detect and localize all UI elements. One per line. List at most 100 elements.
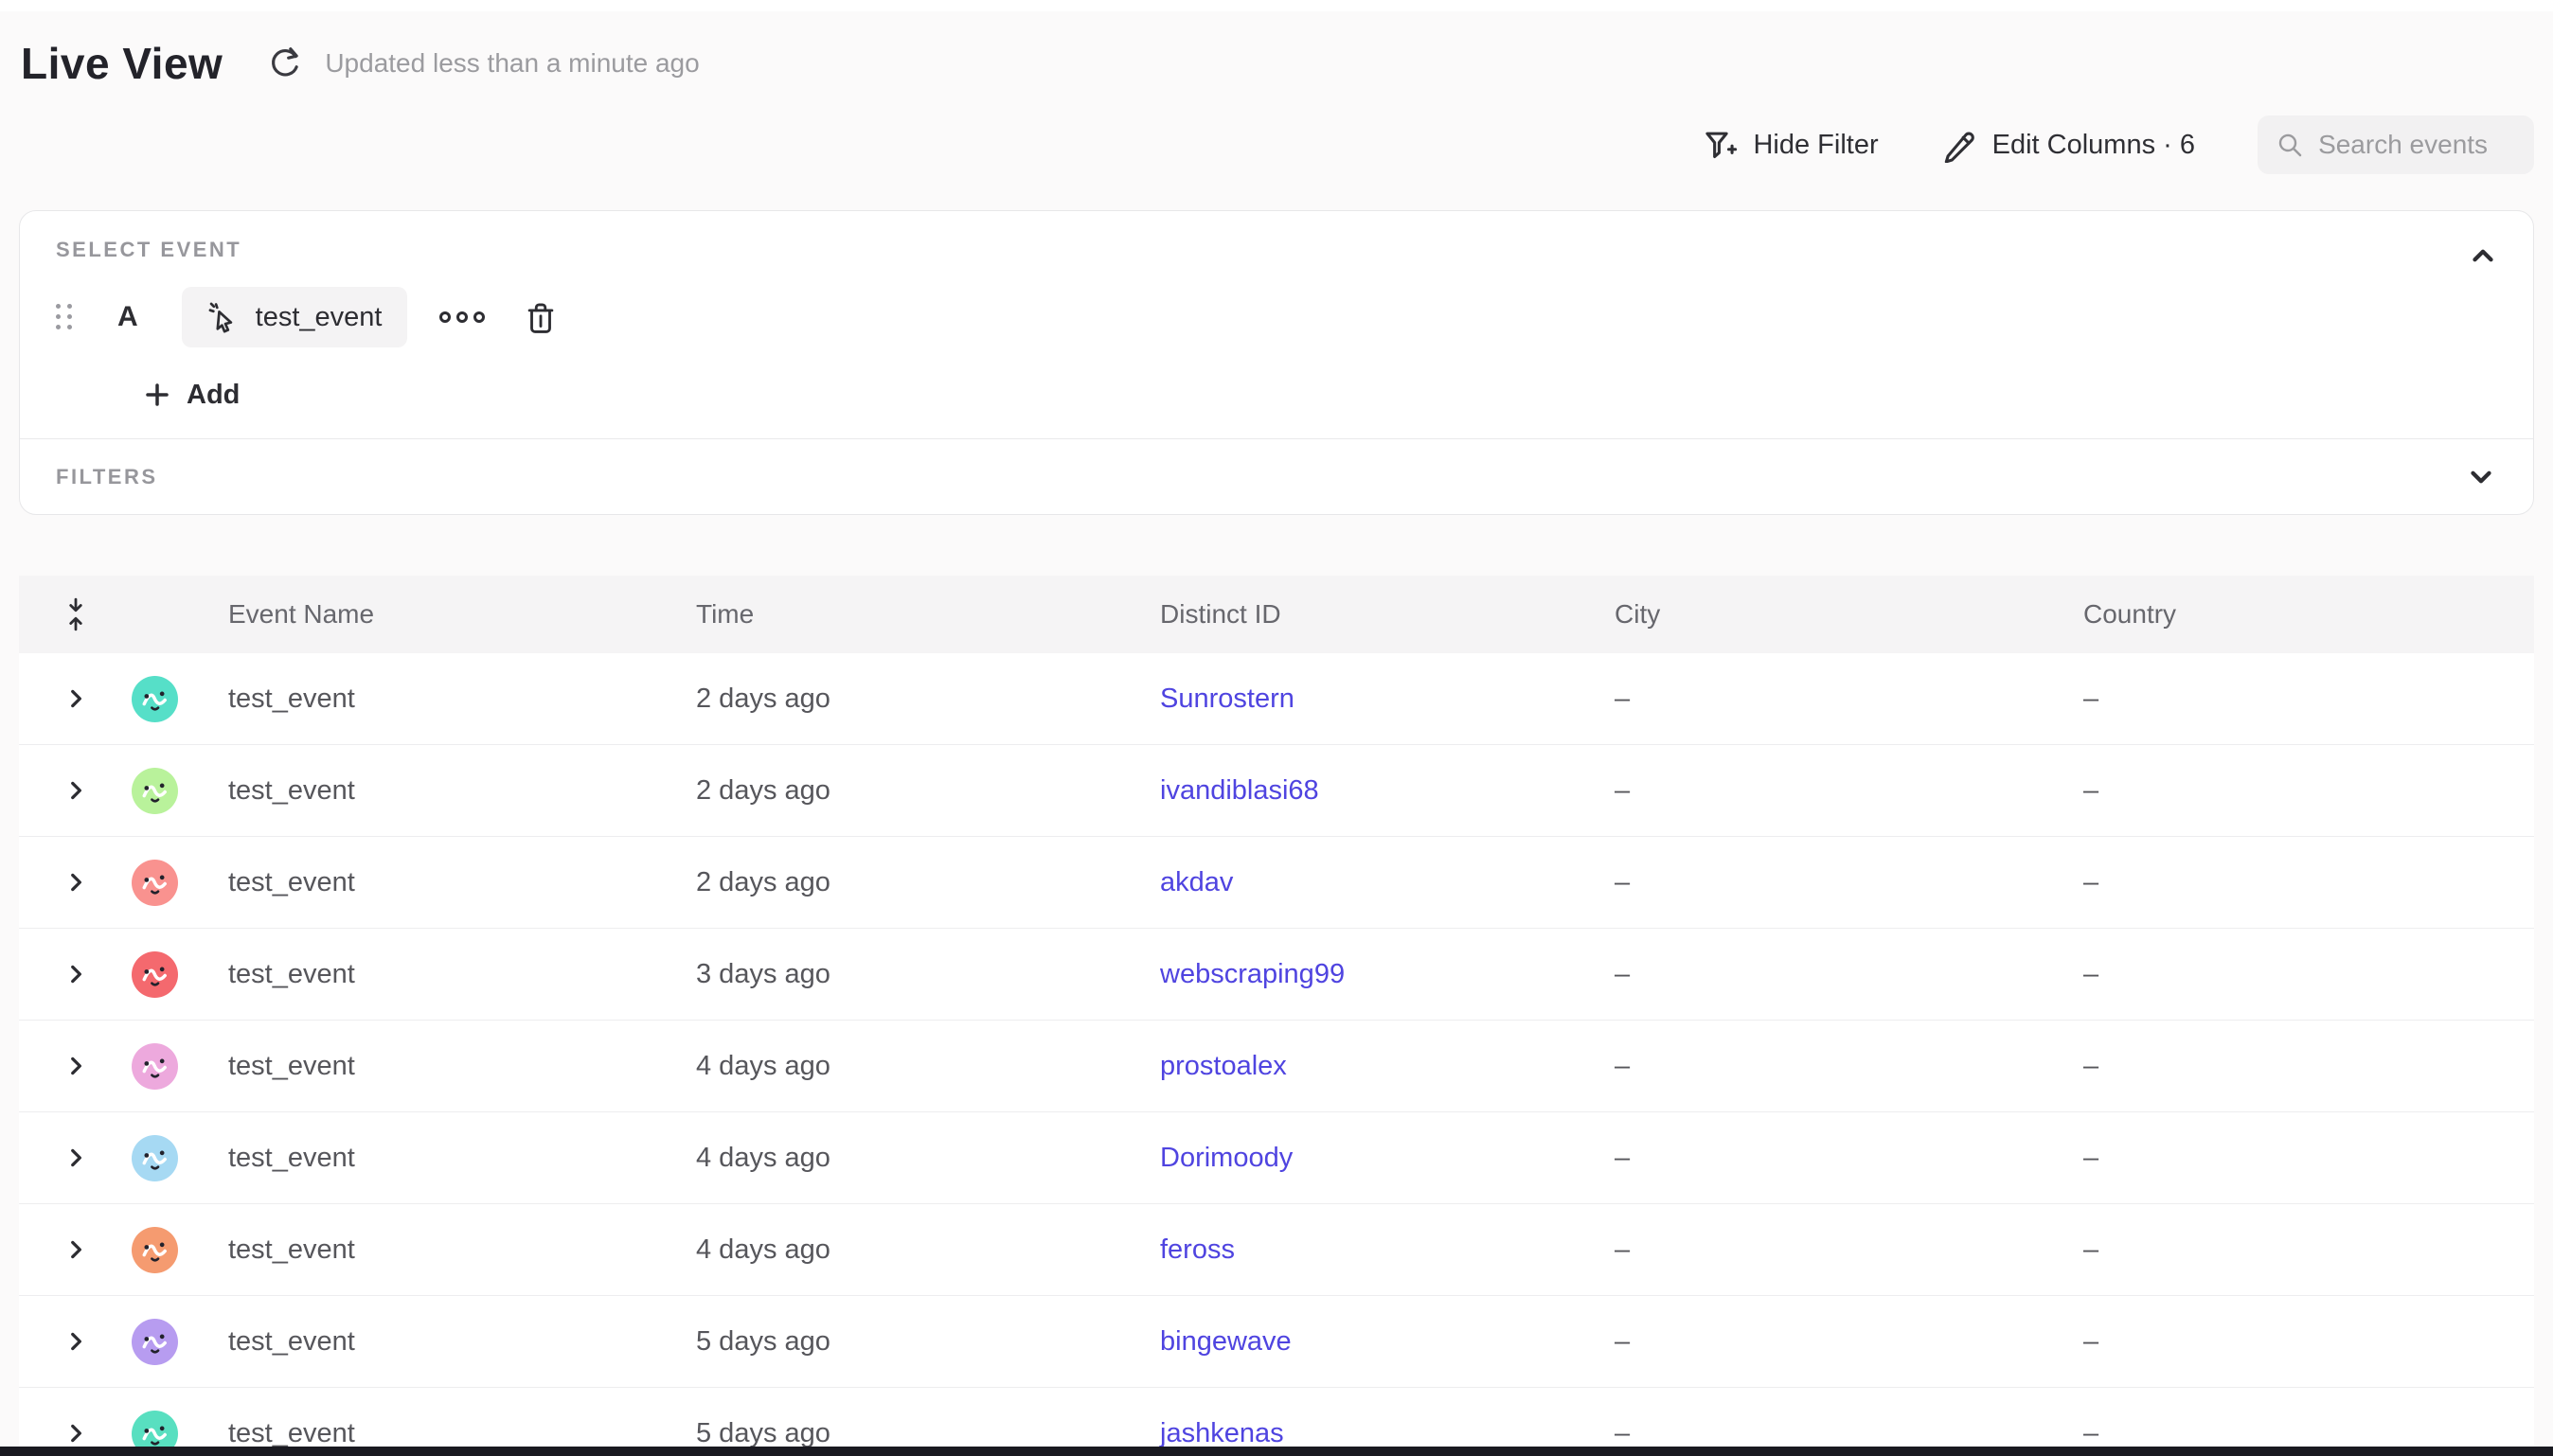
column-header-event: Event Name xyxy=(223,599,690,630)
column-header-city: City xyxy=(1609,599,2078,630)
plus-icon xyxy=(143,381,171,409)
collapse-vertical-icon xyxy=(63,597,88,631)
row-expander-button[interactable] xyxy=(63,1145,88,1170)
collapse-all-rows-button[interactable] xyxy=(63,597,88,631)
column-header-distinct-id: Distinct ID xyxy=(1154,599,1609,630)
row-expander-button[interactable] xyxy=(63,1054,88,1078)
trash-icon xyxy=(523,299,559,335)
cell-country: – xyxy=(2078,959,2534,990)
more-options-button[interactable] xyxy=(439,311,485,323)
row-expander-button[interactable] xyxy=(63,870,88,895)
hide-filter-label: Hide Filter xyxy=(1753,130,1878,161)
distinct-id-link[interactable]: ivandiblasi68 xyxy=(1160,775,1319,806)
cell-city: – xyxy=(1609,1418,2078,1449)
table-row: test_event 5 days ago bingewave – – xyxy=(19,1296,2534,1388)
distinct-id-link[interactable]: akdav xyxy=(1160,867,1233,897)
cell-city: – xyxy=(1609,1326,2078,1358)
cell-time: 2 days ago xyxy=(690,867,1154,898)
cell-event-name: test_event xyxy=(223,1418,690,1449)
chevron-right-icon xyxy=(63,870,88,895)
row-expander-button[interactable] xyxy=(63,1329,88,1354)
row-expander-button[interactable] xyxy=(63,686,88,711)
table-row: test_event 2 days ago akdav – – xyxy=(19,837,2534,929)
distinct-id-link[interactable]: Sunrostern xyxy=(1160,684,1294,714)
chevron-right-icon xyxy=(63,1237,88,1262)
row-expander-button[interactable] xyxy=(63,1237,88,1262)
refresh-icon xyxy=(267,45,303,81)
query-builder-panel: SELECT EVENT A test_event xyxy=(19,210,2534,515)
refresh-button[interactable] xyxy=(266,44,304,82)
table-row: test_event 3 days ago webscraping99 – – xyxy=(19,929,2534,1021)
bottom-edge-bar xyxy=(0,1447,2553,1456)
user-avatar xyxy=(132,676,178,722)
column-header-time: Time xyxy=(690,599,1154,630)
edit-columns-button[interactable]: Edit Columns · 6 xyxy=(1941,127,2195,163)
cell-country: – xyxy=(2078,1051,2534,1082)
table-row: test_event 4 days ago prostoalex – – xyxy=(19,1021,2534,1112)
row-expander-button[interactable] xyxy=(63,1421,88,1446)
distinct-id-link[interactable]: bingewave xyxy=(1160,1326,1292,1357)
expand-filters-button[interactable] xyxy=(2465,461,2497,493)
distinct-id-link[interactable]: webscraping99 xyxy=(1160,959,1345,989)
cell-time: 4 days ago xyxy=(690,1234,1154,1266)
cell-event-name: test_event xyxy=(223,1234,690,1266)
chevron-right-icon xyxy=(63,1421,88,1446)
add-event-button[interactable]: Add xyxy=(143,376,240,414)
filters-label: FILTERS xyxy=(56,465,158,489)
event-selector-chip[interactable]: test_event xyxy=(182,287,407,347)
cell-country: – xyxy=(2078,1234,2534,1266)
user-avatar xyxy=(132,1227,178,1273)
cursor-click-icon xyxy=(206,300,241,334)
user-avatar xyxy=(132,951,178,998)
event-chip-label: test_event xyxy=(256,302,383,333)
chevron-right-icon xyxy=(63,1329,88,1354)
cell-country: – xyxy=(2078,1326,2534,1358)
select-event-section: SELECT EVENT A test_event xyxy=(20,211,2533,438)
cell-event-name: test_event xyxy=(223,684,690,715)
event-letter: A xyxy=(117,301,138,333)
cell-country: – xyxy=(2078,775,2534,807)
row-expander-button[interactable] xyxy=(63,778,88,803)
cell-time: 5 days ago xyxy=(690,1326,1154,1358)
cell-city: – xyxy=(1609,1234,2078,1266)
row-expander-button[interactable] xyxy=(63,962,88,986)
cell-time: 5 days ago xyxy=(690,1418,1154,1449)
top-strip xyxy=(0,0,2553,11)
filter-plus-icon xyxy=(1702,127,1738,163)
edit-columns-label: Edit Columns · 6 xyxy=(1992,130,2195,161)
cell-city: – xyxy=(1609,1051,2078,1082)
filters-section[interactable]: FILTERS xyxy=(20,438,2533,514)
distinct-id-link[interactable]: Dorimoody xyxy=(1160,1143,1293,1173)
cell-time: 2 days ago xyxy=(690,684,1154,715)
column-header-country: Country xyxy=(2078,599,2534,630)
chevron-right-icon xyxy=(63,1145,88,1170)
cell-time: 4 days ago xyxy=(690,1051,1154,1082)
cell-country: – xyxy=(2078,684,2534,715)
pencil-icon xyxy=(1941,127,1977,163)
cell-event-name: test_event xyxy=(223,959,690,990)
distinct-id-link[interactable]: jashkenas xyxy=(1160,1418,1284,1448)
event-row: A test_event xyxy=(56,287,2497,347)
cell-event-name: test_event xyxy=(223,867,690,898)
updated-status: Updated less than a minute ago xyxy=(325,48,699,79)
select-event-label: SELECT EVENT xyxy=(56,238,2497,262)
drag-handle[interactable] xyxy=(56,304,74,331)
collapse-section-button[interactable] xyxy=(2467,240,2499,276)
cell-time: 4 days ago xyxy=(690,1143,1154,1174)
cell-city: – xyxy=(1609,867,2078,898)
cell-country: – xyxy=(2078,867,2534,898)
search-input[interactable] xyxy=(2318,130,2515,160)
cell-time: 2 days ago xyxy=(690,775,1154,807)
table-row: test_event 4 days ago Dorimoody – – xyxy=(19,1112,2534,1204)
cell-time: 3 days ago xyxy=(690,959,1154,990)
page-title: Live View xyxy=(21,38,223,89)
hide-filter-button[interactable]: Hide Filter xyxy=(1702,127,1878,163)
delete-event-button[interactable] xyxy=(523,299,559,335)
chevron-right-icon xyxy=(63,962,88,986)
chevron-right-icon xyxy=(63,686,88,711)
page-header: Live View Updated less than a minute ago xyxy=(0,11,2553,95)
distinct-id-link[interactable]: feross xyxy=(1160,1234,1235,1265)
cell-event-name: test_event xyxy=(223,775,690,807)
distinct-id-link[interactable]: prostoalex xyxy=(1160,1051,1287,1081)
search-box[interactable] xyxy=(2258,115,2534,174)
